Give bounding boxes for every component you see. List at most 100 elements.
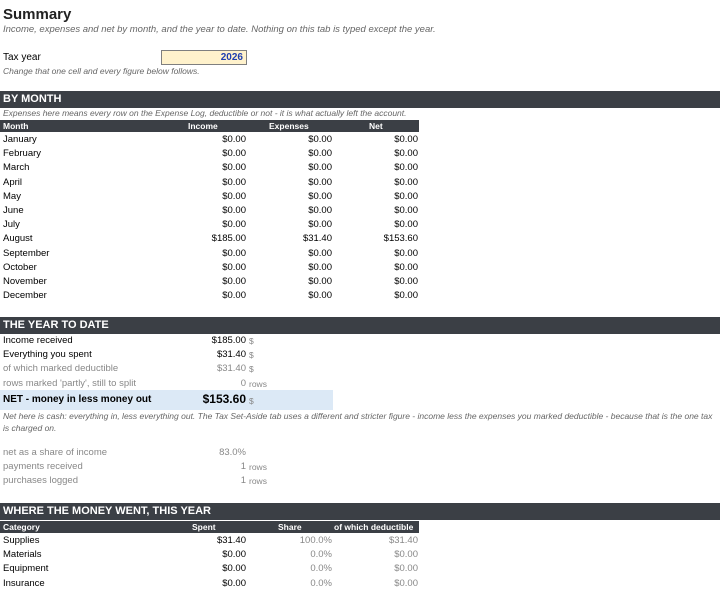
table-row: Supplies $31.40 100.0% $31.40 <box>0 534 420 548</box>
col-spent: Spent <box>192 522 216 532</box>
income-cell: $0.00 <box>222 176 246 188</box>
col-category: Category <box>3 522 40 532</box>
ytd-value: $31.40 <box>216 349 246 361</box>
table-row: October $0.00 $0.00 $0.00 <box>0 261 420 275</box>
table-row: June $0.00 $0.00 $0.00 <box>0 204 420 218</box>
net-cell: $0.00 <box>394 276 418 287</box>
net-cell: $0.00 <box>394 290 418 302</box>
month-cell: December <box>3 290 47 302</box>
deductible-cell: $31.40 <box>388 535 418 546</box>
ytd-value: 0 <box>240 377 246 389</box>
extra-unit: rows <box>249 462 267 473</box>
table-row: April $0.00 $0.00 $0.00 <box>0 176 420 190</box>
income-cell: $0.00 <box>222 148 246 160</box>
ytd-value: $31.40 <box>216 363 246 375</box>
expenses-cell: $0.00 <box>308 162 332 174</box>
page-subtitle: Income, expenses and net by month, and t… <box>3 24 436 35</box>
month-cell: July <box>3 219 20 231</box>
month-cell: September <box>3 247 50 259</box>
table-row: January $0.00 $0.00 $0.00 <box>0 133 420 147</box>
income-cell: $0.00 <box>222 205 246 216</box>
table-row: September $0.00 $0.00 $0.00 <box>0 247 420 261</box>
net-cell: $0.00 <box>394 176 418 188</box>
ytd-label: rows marked 'partly', still to split <box>3 377 136 389</box>
category-cell: Materials <box>3 549 42 561</box>
net-cell: $0.00 <box>394 261 418 273</box>
spent-cell: $0.00 <box>222 577 246 589</box>
net-cell: $153.60 <box>383 233 418 245</box>
expenses-cell: $0.00 <box>308 190 332 202</box>
share-cell: 0.0% <box>310 577 332 589</box>
month-cell: November <box>3 276 47 287</box>
expenses-cell: $0.00 <box>308 205 332 216</box>
list-item: net as a share of income 83.0% <box>0 446 330 460</box>
month-cell: April <box>3 176 23 188</box>
deductible-cell: $0.00 <box>394 577 418 589</box>
deductible-cell: $0.00 <box>394 563 418 575</box>
income-cell: $0.00 <box>222 261 246 273</box>
table-row: December $0.00 $0.00 $0.00 <box>0 289 420 303</box>
expenses-cell: $0.00 <box>308 290 332 302</box>
month-cell: February <box>3 148 42 160</box>
income-cell: $0.00 <box>222 219 246 231</box>
tax-year-input[interactable]: 2026 <box>161 50 247 65</box>
income-cell: $0.00 <box>222 134 246 145</box>
ytd-value: $185.00 <box>211 335 246 346</box>
by-month-table-header: Month Income Expenses Net <box>0 120 419 132</box>
extra-value: 1 <box>240 461 246 473</box>
list-item: rows marked 'partly', still to split 0 row… <box>0 377 330 391</box>
where-header: WHERE THE MONEY WENT, THIS YEAR <box>0 503 720 520</box>
table-row: August $185.00 $31.40 $153.60 <box>0 232 420 246</box>
share-cell: 100.0% <box>299 535 332 546</box>
net-cell: $0.00 <box>394 247 418 259</box>
list-item: Income received $185.00 $ <box>0 334 330 348</box>
month-cell: January <box>3 134 37 145</box>
table-row: Equipment $0.00 0.0% $0.00 <box>0 562 420 576</box>
tax-year-hint: Change that one cell and every figure be… <box>3 66 200 76</box>
table-row: Insurance $0.00 0.0% $0.00 <box>0 577 420 591</box>
table-row: March $0.00 $0.00 $0.00 <box>0 161 420 175</box>
ytd-label: Income received <box>3 335 73 346</box>
income-cell: $0.00 <box>222 162 246 174</box>
list-item: Everything you spent $31.40 $ <box>0 348 330 362</box>
table-row: November $0.00 $0.00 $0.00 <box>0 275 420 289</box>
by-month-note: Expenses here means every row on the Exp… <box>3 108 407 118</box>
income-cell: $0.00 <box>222 290 246 302</box>
net-cell: $0.00 <box>394 134 418 145</box>
share-cell: 0.0% <box>310 563 332 575</box>
net-cell: $0.00 <box>394 162 418 174</box>
month-cell: May <box>3 190 21 202</box>
col-share: Share <box>278 522 302 532</box>
net-note: Net here is cash: everything in, less ev… <box>3 411 713 433</box>
extra-label: purchases logged <box>3 475 78 487</box>
list-item: purchases logged 1 rows <box>0 474 330 488</box>
ytd-unit: rows <box>249 378 267 389</box>
category-cell: Supplies <box>3 535 40 546</box>
expenses-cell: $0.00 <box>308 134 332 145</box>
table-row: July $0.00 $0.00 $0.00 <box>0 218 420 232</box>
extra-value: 1 <box>240 475 246 487</box>
month-cell: June <box>3 205 24 216</box>
extra-value: 83.0% <box>219 447 246 458</box>
month-cell: August <box>3 233 33 245</box>
net-cell: $0.00 <box>394 205 418 216</box>
deductible-cell: $0.00 <box>394 549 418 561</box>
net-cell: $0.00 <box>394 219 418 231</box>
expenses-cell: $0.00 <box>308 219 332 231</box>
ytd-unit: $ <box>249 364 254 375</box>
page-title: Summary <box>3 6 72 23</box>
where-table-header: Category Spent Share of which deductible <box>0 521 419 533</box>
ytd-header: THE YEAR TO DATE <box>0 317 720 334</box>
net-cell: $0.00 <box>394 190 418 202</box>
extra-unit: rows <box>249 476 267 487</box>
category-cell: Insurance <box>3 577 45 589</box>
share-cell: 0.0% <box>310 549 332 561</box>
table-row: May $0.00 $0.00 $0.00 <box>0 190 420 204</box>
income-cell: $0.00 <box>222 247 246 259</box>
col-net: Net <box>369 121 383 131</box>
expenses-cell: $0.00 <box>308 247 332 259</box>
expenses-cell: $31.40 <box>302 233 332 245</box>
income-cell: $0.00 <box>222 276 246 287</box>
expenses-cell: $0.00 <box>308 176 332 188</box>
expenses-cell: $0.00 <box>308 276 332 287</box>
